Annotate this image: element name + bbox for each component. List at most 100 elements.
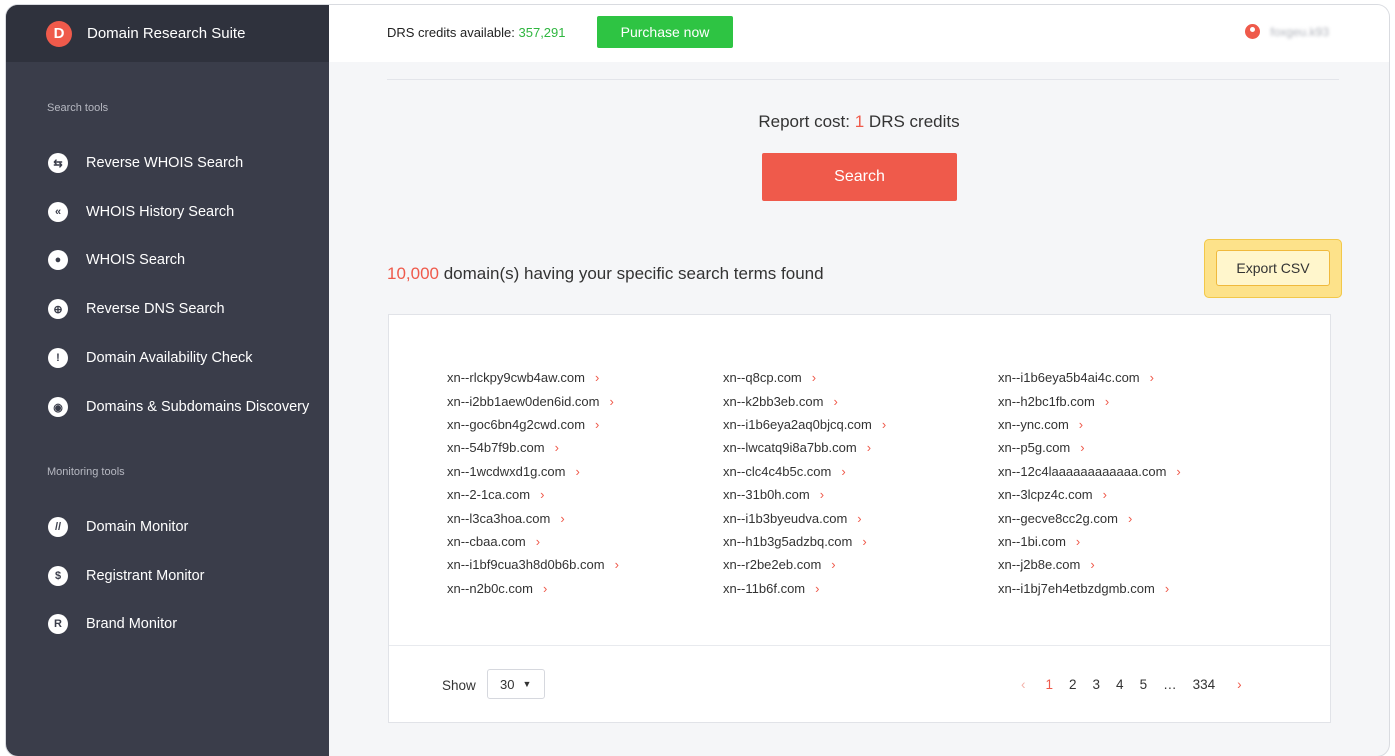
- domain-link[interactable]: xn--i1b6eya5b4ai4c.com: [998, 370, 1140, 385]
- domain-link[interactable]: xn--gecve8cc2g.com: [998, 511, 1118, 526]
- logo-icon: D: [46, 20, 72, 47]
- list-item[interactable]: xn--p5g.com ›: [998, 436, 1181, 459]
- list-item[interactable]: xn--h1b3g5adzbq.com ›: [723, 530, 886, 553]
- monitoring-tools-label: Monitoring tools: [47, 466, 125, 478]
- chevron-right-icon: ›: [560, 510, 565, 526]
- list-item[interactable]: xn--q8cp.com ›: [723, 366, 886, 389]
- list-item[interactable]: xn--r2be2eb.com ›: [723, 553, 886, 576]
- domain-link[interactable]: xn--i1bj7eh4etbzdgmb.com: [998, 581, 1155, 596]
- list-item[interactable]: xn--l3ca3hoa.com ›: [447, 506, 619, 529]
- search-button[interactable]: Search: [762, 153, 957, 201]
- domain-link[interactable]: xn--1bi.com: [998, 534, 1066, 549]
- chevron-right-icon: ›: [609, 393, 614, 409]
- list-item[interactable]: xn--3lcpz4c.com ›: [998, 483, 1181, 506]
- caret-down-icon: ▼: [522, 679, 532, 689]
- list-item[interactable]: xn--lwcatq9i8a7bb.com ›: [723, 436, 886, 459]
- domain-link[interactable]: xn--r2be2eb.com: [723, 557, 821, 572]
- list-item[interactable]: xn--i1b6eya5b4ai4c.com ›: [998, 366, 1181, 389]
- domain-link[interactable]: xn--i1b6eya2aq0bjcq.com: [723, 417, 872, 432]
- domain-link[interactable]: xn--goc6bn4g2cwd.com: [447, 417, 585, 432]
- domain-link[interactable]: xn--p5g.com: [998, 440, 1070, 455]
- prev-page-button[interactable]: ‹: [1021, 677, 1026, 692]
- page-2-button[interactable]: 2: [1069, 677, 1077, 692]
- domain-link[interactable]: xn--54b7f9b.com: [447, 440, 545, 455]
- domain-link[interactable]: xn--h2bc1fb.com: [998, 394, 1095, 409]
- registrant-icon: $: [48, 566, 68, 586]
- target-icon: ◉: [48, 397, 68, 417]
- list-item[interactable]: xn--1wcdwxd1g.com ›: [447, 460, 619, 483]
- sidebar-item-domain-availability[interactable]: ! Domain Availability Check: [48, 348, 253, 368]
- sidebar-item-brand-monitor[interactable]: R Brand Monitor: [48, 614, 177, 634]
- domain-link[interactable]: xn--i2bb1aew0den6id.com: [447, 394, 599, 409]
- domain-link[interactable]: xn--12c4laaaaaaaaaaaa.com: [998, 464, 1166, 479]
- list-item[interactable]: xn--k2bb3eb.com ›: [723, 389, 886, 412]
- domain-link[interactable]: xn--q8cp.com: [723, 370, 802, 385]
- domain-link[interactable]: xn--k2bb3eb.com: [723, 394, 823, 409]
- domain-link[interactable]: xn--1wcdwxd1g.com: [447, 464, 566, 479]
- sidebar-item-whois-history[interactable]: « WHOIS History Search: [48, 202, 234, 222]
- domain-link[interactable]: xn--lwcatq9i8a7bb.com: [723, 440, 857, 455]
- list-item[interactable]: xn--i1bf9cua3h8d0b6b.com ›: [447, 553, 619, 576]
- domain-link[interactable]: xn--cbaa.com: [447, 534, 526, 549]
- domain-link[interactable]: xn--11b6f.com: [723, 581, 805, 596]
- sidebar-item-label: Domain Availability Check: [86, 350, 253, 366]
- page-1-button[interactable]: 1: [1046, 677, 1054, 692]
- list-item[interactable]: xn--11b6f.com ›: [723, 577, 886, 600]
- history-icon: «: [48, 202, 68, 222]
- list-item[interactable]: xn--12c4laaaaaaaaaaaa.com ›: [998, 460, 1181, 483]
- domain-link[interactable]: xn--clc4c4b5c.com: [723, 464, 831, 479]
- list-item[interactable]: xn--54b7f9b.com ›: [447, 436, 619, 459]
- page-4-button[interactable]: 4: [1116, 677, 1124, 692]
- page-size-select[interactable]: 30 ▼: [487, 669, 545, 699]
- domain-link[interactable]: xn--i1bf9cua3h8d0b6b.com: [447, 557, 605, 572]
- list-item[interactable]: xn--i1bj7eh4etbzdgmb.com ›: [998, 577, 1181, 600]
- sidebar-item-subdomains-discovery[interactable]: ◉ Domains & Subdomains Discovery: [48, 397, 309, 417]
- sidebar-item-whois-search[interactable]: ● WHOIS Search: [48, 250, 185, 270]
- sidebar-item-label: Reverse DNS Search: [86, 301, 225, 317]
- sidebar-item-reverse-whois[interactable]: ⇆ Reverse WHOIS Search: [48, 153, 243, 173]
- purchase-now-button[interactable]: Purchase now: [597, 16, 733, 48]
- domain-link[interactable]: xn--j2b8e.com: [998, 557, 1080, 572]
- sidebar-item-domain-monitor[interactable]: // Domain Monitor: [48, 517, 188, 537]
- list-item[interactable]: xn--rlckpy9cwb4aw.com ›: [447, 366, 619, 389]
- list-item[interactable]: xn--gecve8cc2g.com ›: [998, 506, 1181, 529]
- domain-link[interactable]: xn--ync.com: [998, 417, 1069, 432]
- chevron-right-icon: ›: [1127, 510, 1133, 526]
- list-item[interactable]: xn--clc4c4b5c.com ›: [723, 460, 886, 483]
- list-item[interactable]: xn--31b0h.com ›: [723, 483, 886, 506]
- list-item[interactable]: xn--i1b3byeudva.com ›: [723, 506, 886, 529]
- domain-link[interactable]: xn--rlckpy9cwb4aw.com: [447, 370, 585, 385]
- list-item[interactable]: xn--2-1ca.com ›: [447, 483, 619, 506]
- divider: [389, 645, 1330, 646]
- list-item[interactable]: xn--1bi.com ›: [998, 530, 1181, 553]
- chevron-right-icon: ›: [866, 440, 872, 456]
- domain-link[interactable]: xn--l3ca3hoa.com: [447, 511, 550, 526]
- sidebar-item-registrant-monitor[interactable]: $ Registrant Monitor: [48, 566, 204, 586]
- list-item[interactable]: xn--h2bc1fb.com ›: [998, 389, 1181, 412]
- user-menu[interactable]: foxgeu.k93: [1245, 24, 1329, 39]
- domain-link[interactable]: xn--3lcpz4c.com: [998, 487, 1093, 502]
- list-item[interactable]: xn--n2b0c.com ›: [447, 577, 619, 600]
- list-item[interactable]: xn--i2bb1aew0den6id.com ›: [447, 389, 619, 412]
- list-item[interactable]: xn--i1b6eya2aq0bjcq.com ›: [723, 413, 886, 436]
- page-5-button[interactable]: 5: [1140, 677, 1148, 692]
- domain-link[interactable]: xn--i1b3byeudva.com: [723, 511, 847, 526]
- sidebar-item-reverse-dns[interactable]: ⊕ Reverse DNS Search: [48, 299, 225, 319]
- last-page-button[interactable]: 334: [1193, 677, 1216, 692]
- app-title: Domain Research Suite: [87, 25, 246, 42]
- chevron-right-icon: ›: [1102, 487, 1107, 503]
- export-csv-button[interactable]: Export CSV: [1216, 250, 1330, 286]
- list-item[interactable]: xn--ync.com ›: [998, 413, 1181, 436]
- next-page-button[interactable]: ›: [1237, 677, 1242, 692]
- domain-link[interactable]: xn--2-1ca.com: [447, 487, 530, 502]
- list-item[interactable]: xn--j2b8e.com ›: [998, 553, 1181, 576]
- domain-link[interactable]: xn--n2b0c.com: [447, 581, 533, 596]
- list-item[interactable]: xn--cbaa.com ›: [447, 530, 619, 553]
- brand-header[interactable]: D Domain Research Suite: [6, 5, 329, 62]
- list-item[interactable]: xn--goc6bn4g2cwd.com ›: [447, 413, 619, 436]
- domain-link[interactable]: xn--h1b3g5adzbq.com: [723, 534, 852, 549]
- chevron-right-icon: ›: [540, 487, 545, 503]
- page-3-button[interactable]: 3: [1093, 677, 1101, 692]
- chevron-right-icon: ›: [841, 463, 846, 479]
- domain-link[interactable]: xn--31b0h.com: [723, 487, 810, 502]
